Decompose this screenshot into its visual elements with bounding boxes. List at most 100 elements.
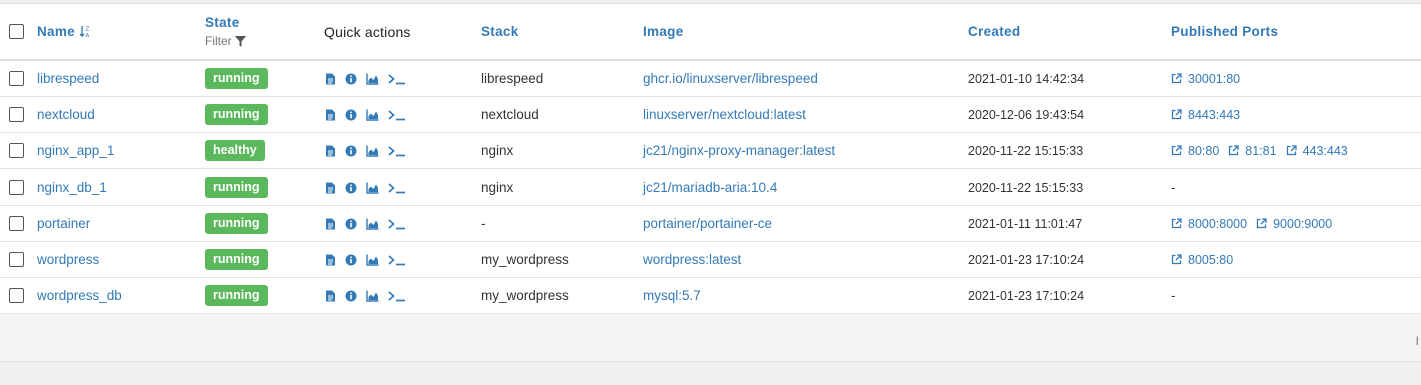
- stats-icon[interactable]: [366, 254, 379, 266]
- external-link-icon[interactable]: [1171, 145, 1185, 156]
- image-link[interactable]: jc21/nginx-proxy-manager:latest: [643, 143, 835, 158]
- inspect-icon[interactable]: [345, 254, 357, 266]
- state-cell: running: [205, 170, 268, 205]
- port-value[interactable]: 8443:443: [1188, 108, 1240, 122]
- console-icon[interactable]: [388, 290, 406, 302]
- published-port-link[interactable]: 8443:443: [1171, 108, 1240, 122]
- row-checkbox[interactable]: [9, 252, 24, 267]
- console-icon[interactable]: [388, 254, 406, 266]
- logs-icon[interactable]: [325, 182, 336, 194]
- row-checkbox[interactable]: [9, 288, 24, 303]
- inspect-icon[interactable]: [345, 145, 357, 157]
- port-value[interactable]: 443:443: [1303, 144, 1348, 158]
- select-all-checkbox-cell: [9, 4, 24, 59]
- quick-actions: [325, 170, 406, 205]
- state-filter[interactable]: Filter: [205, 34, 247, 48]
- published-port-link[interactable]: 30001:80: [1171, 72, 1240, 86]
- ports-cell: -: [1171, 170, 1176, 205]
- created-header-label[interactable]: Created: [968, 24, 1020, 39]
- row-checkbox-cell: [9, 206, 24, 241]
- image-header-label[interactable]: Image: [643, 24, 684, 39]
- stats-icon[interactable]: [366, 182, 379, 194]
- row-checkbox[interactable]: [9, 107, 24, 122]
- port-value[interactable]: 81:81: [1245, 144, 1276, 158]
- logs-icon[interactable]: [325, 109, 336, 121]
- stats-icon[interactable]: [366, 218, 379, 230]
- published-port-link[interactable]: 8005:80: [1171, 253, 1233, 267]
- inspect-icon[interactable]: [345, 182, 357, 194]
- select-all-checkbox[interactable]: [9, 24, 24, 39]
- container-name-link[interactable]: nginx_app_1: [37, 143, 114, 158]
- port-value[interactable]: 80:80: [1188, 144, 1219, 158]
- console-icon[interactable]: [388, 182, 406, 194]
- logs-icon[interactable]: [325, 254, 336, 266]
- state-header-label[interactable]: State: [205, 15, 240, 30]
- external-link-icon[interactable]: [1286, 145, 1300, 156]
- ports-cell: 80:80 81:81 443:443: [1171, 133, 1357, 168]
- published-port-link[interactable]: 443:443: [1286, 144, 1348, 158]
- published-port-link[interactable]: 9000:9000: [1256, 217, 1332, 231]
- filter-icon[interactable]: [234, 35, 247, 48]
- published-port-link[interactable]: 81:81: [1228, 144, 1277, 158]
- name-header-label[interactable]: Name: [37, 24, 75, 39]
- stack-header[interactable]: Stack: [481, 4, 519, 59]
- logs-icon[interactable]: [325, 145, 336, 157]
- logs-icon[interactable]: [325, 218, 336, 230]
- image-link[interactable]: ghcr.io/linuxserver/librespeed: [643, 71, 818, 86]
- port-value[interactable]: 8000:8000: [1188, 217, 1247, 231]
- published-port-link[interactable]: 8000:8000: [1171, 217, 1247, 231]
- external-link-icon[interactable]: [1228, 145, 1242, 156]
- stats-icon[interactable]: [366, 73, 379, 85]
- container-name-link[interactable]: wordpress_db: [37, 288, 122, 303]
- external-link-icon[interactable]: [1171, 254, 1185, 265]
- port-value[interactable]: 30001:80: [1188, 72, 1240, 86]
- external-link-icon[interactable]: [1171, 73, 1185, 84]
- created-header[interactable]: Created: [968, 4, 1020, 59]
- inspect-icon[interactable]: [345, 218, 357, 230]
- image-link[interactable]: jc21/mariadb-aria:10.4: [643, 180, 777, 195]
- console-icon[interactable]: [388, 73, 406, 85]
- console-icon[interactable]: [388, 145, 406, 157]
- inspect-icon[interactable]: [345, 290, 357, 302]
- external-link-icon[interactable]: [1256, 218, 1270, 229]
- logs-icon[interactable]: [325, 290, 336, 302]
- stats-icon[interactable]: [366, 145, 379, 157]
- name-header[interactable]: Name ZA: [37, 4, 91, 59]
- stats-icon[interactable]: [366, 290, 379, 302]
- stats-icon[interactable]: [366, 109, 379, 121]
- container-name-link[interactable]: nginx_db_1: [37, 180, 107, 195]
- port-value[interactable]: 9000:9000: [1273, 217, 1332, 231]
- console-icon[interactable]: [388, 218, 406, 230]
- filter-label[interactable]: Filter: [205, 34, 232, 48]
- image-link[interactable]: mysql:5.7: [643, 288, 701, 303]
- external-link-icon[interactable]: [1171, 218, 1185, 229]
- published-port-link[interactable]: 80:80: [1171, 144, 1219, 158]
- port-value[interactable]: 8005:80: [1188, 253, 1233, 267]
- container-name-link[interactable]: portainer: [37, 216, 90, 231]
- row-checkbox-cell: [9, 61, 24, 96]
- logs-icon[interactable]: [325, 73, 336, 85]
- container-name-link[interactable]: wordpress: [37, 252, 99, 267]
- stack-header-label[interactable]: Stack: [481, 24, 519, 39]
- container-name-link[interactable]: librespeed: [37, 71, 99, 86]
- footer-fragment: I: [1415, 334, 1419, 348]
- inspect-icon[interactable]: [345, 73, 357, 85]
- row-checkbox[interactable]: [9, 143, 24, 158]
- published-ports-header-label[interactable]: Published Ports: [1171, 24, 1278, 39]
- image-link[interactable]: wordpress:latest: [643, 252, 741, 267]
- external-link-icon[interactable]: [1171, 109, 1185, 120]
- sort-icon[interactable]: ZA: [79, 25, 91, 38]
- table-row: nginx_app_1 healthy nginx jc21/nginx-proxy-…: [0, 133, 1421, 169]
- row-checkbox[interactable]: [9, 216, 24, 231]
- container-name-cell: nginx_db_1: [37, 170, 107, 205]
- status-badge: running: [205, 104, 268, 125]
- row-checkbox[interactable]: [9, 180, 24, 195]
- image-link[interactable]: linuxserver/nextcloud:latest: [643, 107, 806, 122]
- published-ports-header[interactable]: Published Ports: [1171, 4, 1278, 59]
- row-checkbox[interactable]: [9, 71, 24, 86]
- container-name-link[interactable]: nextcloud: [37, 107, 95, 122]
- console-icon[interactable]: [388, 109, 406, 121]
- image-header[interactable]: Image: [643, 4, 684, 59]
- image-link[interactable]: portainer/portainer-ce: [643, 216, 772, 231]
- inspect-icon[interactable]: [345, 109, 357, 121]
